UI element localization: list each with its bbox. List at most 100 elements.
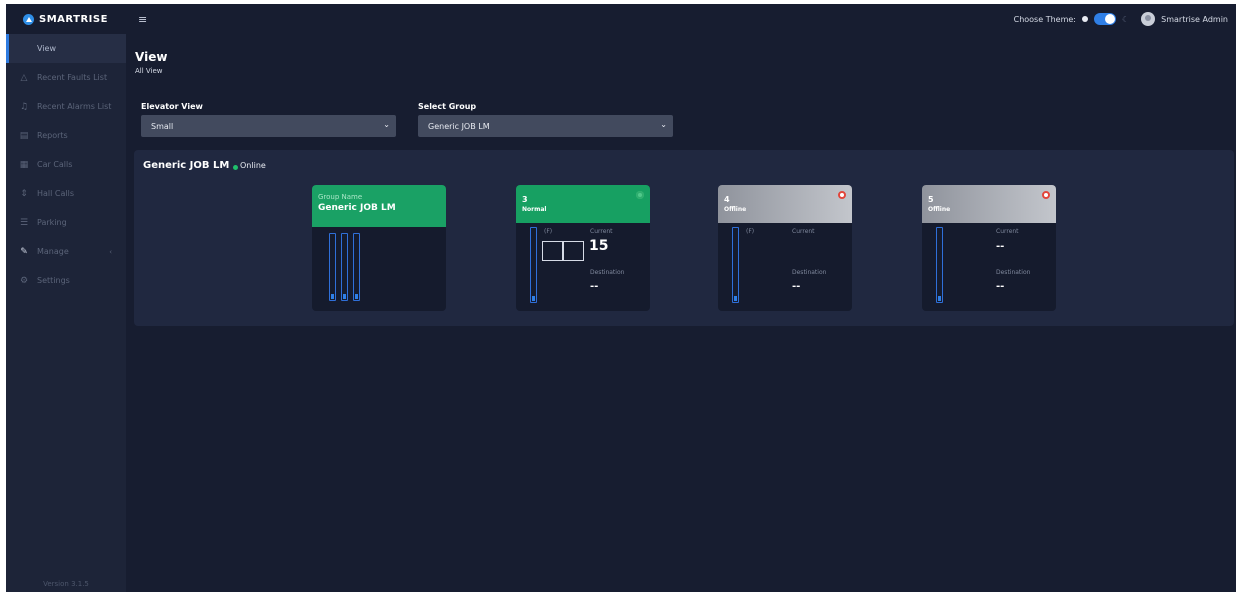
sidebar-item-manage[interactable]: ✎ Manage ‹ xyxy=(6,237,126,266)
warning-icon: △ xyxy=(20,72,28,83)
sidebar-item-reports[interactable]: ▤ Reports xyxy=(6,121,126,150)
select-group-select[interactable]: Generic JOB LM ⌄ xyxy=(418,115,673,137)
theme-toggle[interactable] xyxy=(1093,13,1116,25)
sidebar-item-label: Car Calls xyxy=(37,160,73,169)
report-icon: ▤ xyxy=(19,130,29,141)
sidebar-item-view[interactable]: ◉ View xyxy=(6,34,126,63)
version-label: Version 3.1.5 xyxy=(43,580,89,588)
group-name: Generic JOB LM xyxy=(143,160,230,171)
sidebar-item-hall-calls[interactable]: ⇕ Hall Calls xyxy=(6,179,126,208)
car-position-marker xyxy=(355,294,358,299)
sidebar-item-settings[interactable]: ⚙ Settings xyxy=(6,266,126,295)
sidebar-item-label: Manage xyxy=(37,247,69,256)
hall-calls-icon: ⇕ xyxy=(20,188,28,199)
car-number: 5 xyxy=(928,195,934,204)
user-name[interactable]: Smartrise Admin xyxy=(1161,15,1228,24)
current-floor-label: Current xyxy=(792,228,815,235)
sidebar-item-label: Recent Alarms List xyxy=(37,102,112,111)
online-status-icon xyxy=(233,165,238,170)
destination-label: Destination xyxy=(996,269,1031,276)
hoistway-shaft xyxy=(936,227,943,303)
destination-value: -- xyxy=(792,281,801,292)
avatar[interactable] xyxy=(1141,12,1156,26)
theme-label: Choose Theme: xyxy=(1013,14,1076,24)
car-position-marker xyxy=(331,294,334,299)
chevron-left-icon: ‹ xyxy=(109,247,112,256)
group-panel: Generic JOB LM Online Group Name Generic… xyxy=(134,150,1234,326)
destination-label: Destination xyxy=(792,269,827,276)
select-group-value: Generic JOB LM xyxy=(428,121,490,131)
elevator-view-label: Elevator View xyxy=(141,102,203,111)
sun-icon xyxy=(1081,16,1088,22)
current-floor-label: Current xyxy=(590,228,613,235)
sidebar-item-recent-alarms[interactable]: ♫ Recent Alarms List xyxy=(6,92,126,121)
car-card-header: 3 Normal xyxy=(516,185,650,223)
chevron-down-icon: ⌄ xyxy=(660,120,667,129)
sidebar-item-label: Hall Calls xyxy=(37,189,75,198)
hoistway-shaft xyxy=(353,233,360,301)
group-card-value: Generic JOB LM xyxy=(318,203,396,213)
car-position-marker xyxy=(734,296,737,301)
position-indicator-label: (F) xyxy=(746,228,755,235)
car-card[interactable]: 3 Normal (F) Current 15 Destination -- xyxy=(516,185,650,311)
gear-icon: ⚙ xyxy=(19,275,29,286)
sidebar-item-recent-faults[interactable]: △ Recent Faults List xyxy=(6,63,126,92)
car-card-header: 4 Offline xyxy=(718,185,852,223)
sidebar-nav: ◉ View △ Recent Faults List ♫ Recent Ala… xyxy=(6,34,126,295)
status-ok-icon xyxy=(636,191,644,199)
select-group-label: Select Group xyxy=(418,102,477,111)
group-card-header: Group Name Generic JOB LM xyxy=(312,185,446,227)
car-position-marker xyxy=(938,296,941,301)
destination-value: -- xyxy=(996,281,1005,292)
top-bar: ≡ Choose Theme: ☾ Smartrise Admin xyxy=(126,4,1236,34)
sidebar-item-parking[interactable]: ☰ Parking xyxy=(6,208,126,237)
destination-value: -- xyxy=(590,281,599,292)
elevator-view-select[interactable]: Small ⌄ xyxy=(141,115,396,137)
hamburger-menu-icon[interactable]: ≡ xyxy=(138,13,147,26)
car-number: 3 xyxy=(522,195,528,204)
door-left xyxy=(542,241,563,261)
group-card[interactable]: Group Name Generic JOB LM xyxy=(312,185,446,311)
car-status: Normal xyxy=(522,206,547,213)
hoistway-shaft xyxy=(341,233,348,301)
group-card-label: Group Name xyxy=(318,193,363,201)
car-status: Offline xyxy=(928,206,951,213)
hoistway-shaft xyxy=(329,233,336,301)
sidebar-item-label: Reports xyxy=(37,131,68,140)
car-calls-icon: ▦ xyxy=(19,159,29,170)
car-number: 4 xyxy=(724,195,730,204)
sidebar-item-car-calls[interactable]: ▦ Car Calls xyxy=(6,150,126,179)
sidebar-item-label: Parking xyxy=(37,218,67,227)
sidebar: SMARTRISE ◉ View △ Recent Faults List ♫ … xyxy=(6,4,126,592)
bell-icon: ♫ xyxy=(19,101,29,112)
car-card[interactable]: 5 Offline Current -- Destination -- xyxy=(922,185,1056,311)
hoistway-shaft xyxy=(530,227,537,303)
sidebar-item-label: View xyxy=(37,44,56,53)
sidebar-item-label: Recent Faults List xyxy=(37,73,108,82)
car-position-marker xyxy=(532,296,535,301)
status-error-icon xyxy=(838,191,846,199)
brand[interactable]: SMARTRISE xyxy=(6,4,126,34)
position-indicator-label: (F) xyxy=(544,228,553,235)
car-card-header: 5 Offline xyxy=(922,185,1056,223)
parking-icon: ☰ xyxy=(19,217,29,228)
car-status: Offline xyxy=(724,206,747,213)
status-badge: Online xyxy=(240,161,266,170)
door-right xyxy=(563,241,584,261)
header-tools: Choose Theme: ☾ Smartrise Admin xyxy=(1014,12,1228,26)
page-title: View xyxy=(135,50,168,64)
current-floor-label: Current xyxy=(996,228,1019,235)
wrench-icon: ✎ xyxy=(20,246,28,257)
car-card[interactable]: 4 Offline (F) Current Destination -- xyxy=(718,185,852,311)
breadcrumb: All View xyxy=(135,67,163,75)
elevator-view-value: Small xyxy=(151,121,174,131)
status-error-icon xyxy=(1042,191,1050,199)
moon-icon: ☾ xyxy=(1121,14,1130,24)
smartrise-logo-icon xyxy=(23,13,34,25)
car-position-marker xyxy=(343,294,346,299)
destination-label: Destination xyxy=(590,269,625,276)
sidebar-item-label: Settings xyxy=(37,276,70,285)
chevron-down-icon: ⌄ xyxy=(383,120,390,129)
current-floor-value: -- xyxy=(996,241,1005,252)
main-content: View All View Elevator View Small ⌄ Sele… xyxy=(126,34,1236,592)
